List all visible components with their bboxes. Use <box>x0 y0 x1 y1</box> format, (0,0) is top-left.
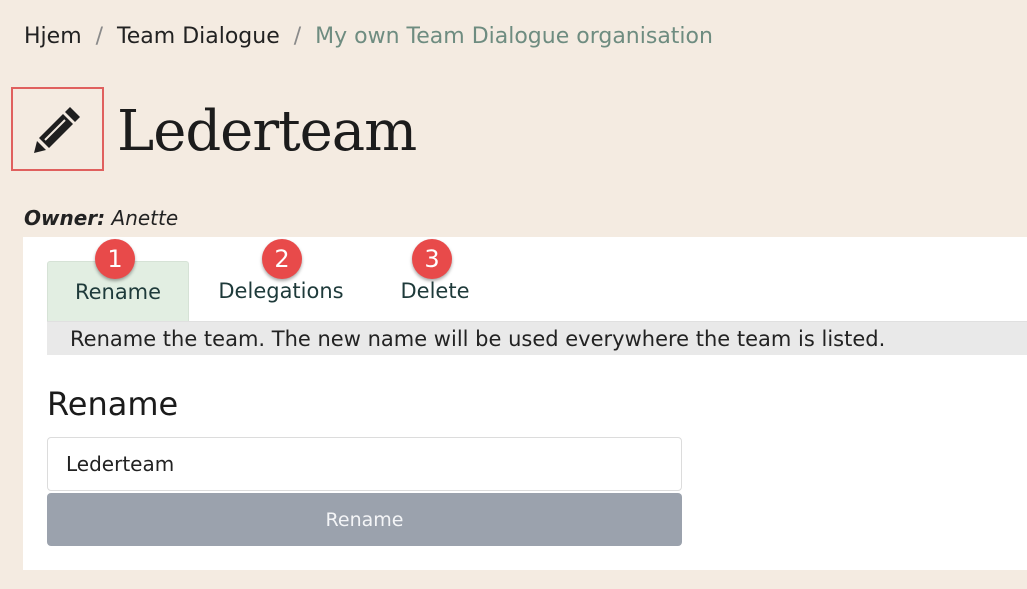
owner-name: Anette <box>111 206 179 230</box>
breadcrumb-separator: / <box>95 24 104 49</box>
breadcrumb-current-page: My own Team Dialogue organisation <box>315 24 713 49</box>
team-settings-card: Rename Delegations Delete Rename the tea… <box>23 237 1027 570</box>
edit-title-button[interactable] <box>11 87 104 171</box>
page-title: Lederteam <box>117 99 417 164</box>
rename-button[interactable]: Rename <box>47 493 682 546</box>
tab-description: Rename the team. The new name will be us… <box>47 322 1027 355</box>
step-badge: 3 <box>412 239 452 279</box>
breadcrumb-home-link[interactable]: Hjem <box>24 24 82 49</box>
breadcrumb-team-dialogue-link[interactable]: Team Dialogue <box>117 24 280 49</box>
step-badge: 1 <box>95 239 135 279</box>
breadcrumb: Hjem / Team Dialogue / My own Team Dialo… <box>24 24 713 49</box>
owner-info: Owner: Anette <box>24 206 178 230</box>
team-name-input[interactable] <box>47 437 682 491</box>
owner-label: Owner: <box>24 206 106 230</box>
tab-label: Delete <box>400 279 470 303</box>
breadcrumb-separator: / <box>293 24 302 49</box>
step-badge: 2 <box>262 239 302 279</box>
pencil-icon <box>33 107 80 153</box>
tab-label: Rename <box>74 279 162 304</box>
rename-heading: Rename <box>47 385 179 423</box>
tab-label: Delegations <box>218 279 344 303</box>
tab-bar: Rename Delegations Delete <box>47 261 1027 322</box>
